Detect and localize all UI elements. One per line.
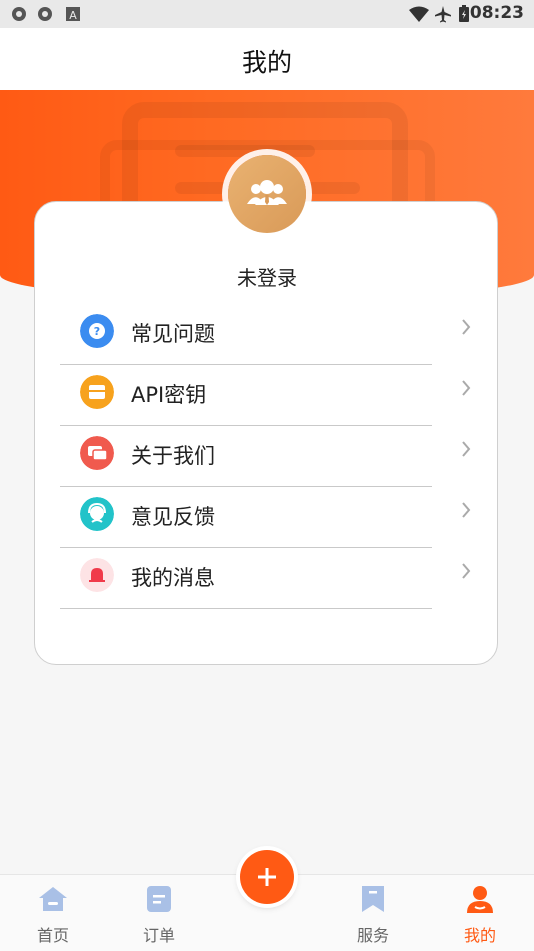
title-bar: 我的 [0,28,534,90]
tab-label: 首页 [36,926,69,945]
menu-item-api-key[interactable]: API密钥 [60,365,500,426]
chevron-right-icon [462,563,471,579]
menu-item-label: 意见反馈 [131,505,215,529]
divider [60,608,432,609]
tab-label: 订单 [142,926,175,945]
users-icon [247,180,287,205]
menu-item-label: 常见问题 [131,322,215,346]
tab-orders[interactable]: 订单 [119,875,199,951]
menu-item-label: 关于我们 [131,444,215,468]
plus-icon [258,868,276,886]
status-bar: A 08:23 [0,0,534,28]
profile-icon [467,886,493,913]
page-title: 我的 [241,48,292,77]
tab-home[interactable]: 首页 [13,875,93,951]
feedback-icon [80,497,114,531]
menu-item-about-us[interactable]: 关于我们 [60,426,500,487]
menu-item-messages[interactable]: 我的消息 [60,548,500,609]
svg-text:?: ? [94,325,100,338]
bell-icon [80,558,114,592]
tab-profile[interactable]: 我的 [440,875,520,951]
chevron-right-icon [462,441,471,457]
menu-item-label: API密钥 [131,383,207,407]
chevron-right-icon [462,380,471,396]
battery-icon [459,5,469,22]
sync-icon [38,7,52,21]
chat-icon [80,436,114,470]
chevron-right-icon [462,319,471,335]
tab-label: 服务 [356,926,389,945]
home-icon [39,887,67,911]
question-icon: ? [80,314,114,348]
sync-icon [12,7,26,21]
wifi-icon [409,6,429,22]
airplane-icon [435,6,451,23]
status-time: 08:23 [469,3,524,23]
menu-item-label: 我的消息 [131,566,215,590]
chevron-right-icon [462,502,471,518]
svg-text:A: A [69,9,77,22]
service-icon [362,886,384,912]
api-key-icon [80,375,114,409]
avatar[interactable] [228,155,306,233]
menu-item-feedback[interactable]: 意见反馈 [60,487,500,548]
tab-service[interactable]: 服务 [333,875,413,951]
tab-label: 我的 [463,926,496,945]
order-icon [147,886,171,912]
login-status[interactable]: 未登录 [0,262,534,291]
add-button[interactable] [240,850,294,904]
menu-item-faq[interactable]: ? 常见问题 [60,304,500,365]
font-icon: A [66,7,80,22]
